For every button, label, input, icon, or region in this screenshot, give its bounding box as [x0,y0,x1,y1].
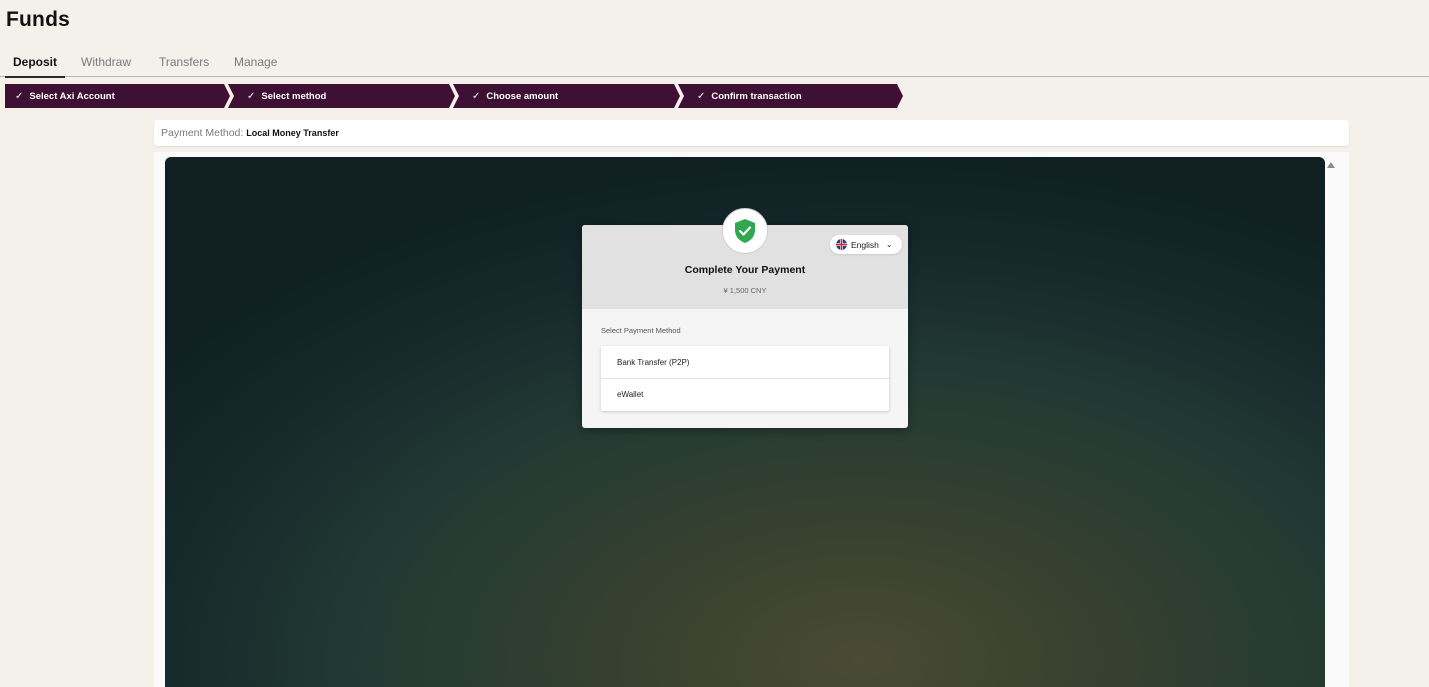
step-label: Select Axi Account [29,90,115,102]
step-select-account: ✓ Select Axi Account [5,84,230,108]
step-confirm-transaction: ✓ Confirm transaction [678,84,903,108]
funds-tabs: Deposit Withdraw Transfers Manage [0,52,1429,78]
uk-flag-icon [836,239,847,250]
payment-amount: ¥ 1,500 CNY [723,286,767,295]
check-icon: ✓ [247,90,256,102]
chevron-down-icon: ⌄ [885,240,893,249]
progress-steps: ✓ Select Axi Account ✓ Select method ✓ C… [5,84,905,108]
step-label: Select method [261,90,327,102]
shield-check-icon [722,208,768,254]
check-icon: ✓ [15,90,24,102]
payment-card-header: English ⌄ Complete Your Payment ¥ 1,500 … [582,208,908,309]
step-label: Choose amount [486,90,559,102]
check-icon: ✓ [472,90,481,102]
tab-manage[interactable]: Manage [234,55,277,77]
option-bank-transfer[interactable]: Bank Transfer (P2P) [601,346,889,378]
select-method-label: Select Payment Method [601,326,681,335]
page-title: Funds [6,8,70,31]
payment-card: English ⌄ Complete Your Payment ¥ 1,500 … [582,208,908,428]
payment-method-value: Local Money Transfer [246,128,339,138]
language-label: English [851,239,879,250]
payment-method-label: Payment Method: [161,127,244,139]
tab-transfers[interactable]: Transfers [159,55,209,77]
payment-title: Complete Your Payment [684,264,806,276]
payment-iframe[interactable]: English ⌄ Complete Your Payment ¥ 1,500 … [165,157,1325,687]
payment-method-bar: Payment Method: Local Money Transfer [154,120,1349,146]
check-icon: ✓ [697,90,706,102]
language-selector[interactable]: English ⌄ [830,235,902,254]
step-select-method: ✓ Select method [228,84,455,108]
payment-frame-container: English ⌄ Complete Your Payment ¥ 1,500 … [154,152,1349,687]
step-choose-amount: ✓ Choose amount [453,84,680,108]
tab-withdraw[interactable]: Withdraw [81,55,131,77]
payment-options-list: Bank Transfer (P2P) eWallet [601,346,889,411]
tab-deposit[interactable]: Deposit [4,55,66,78]
step-label: Confirm transaction [711,90,802,102]
scroll-up-arrow[interactable] [1327,162,1335,168]
option-ewallet[interactable]: eWallet [601,378,889,410]
